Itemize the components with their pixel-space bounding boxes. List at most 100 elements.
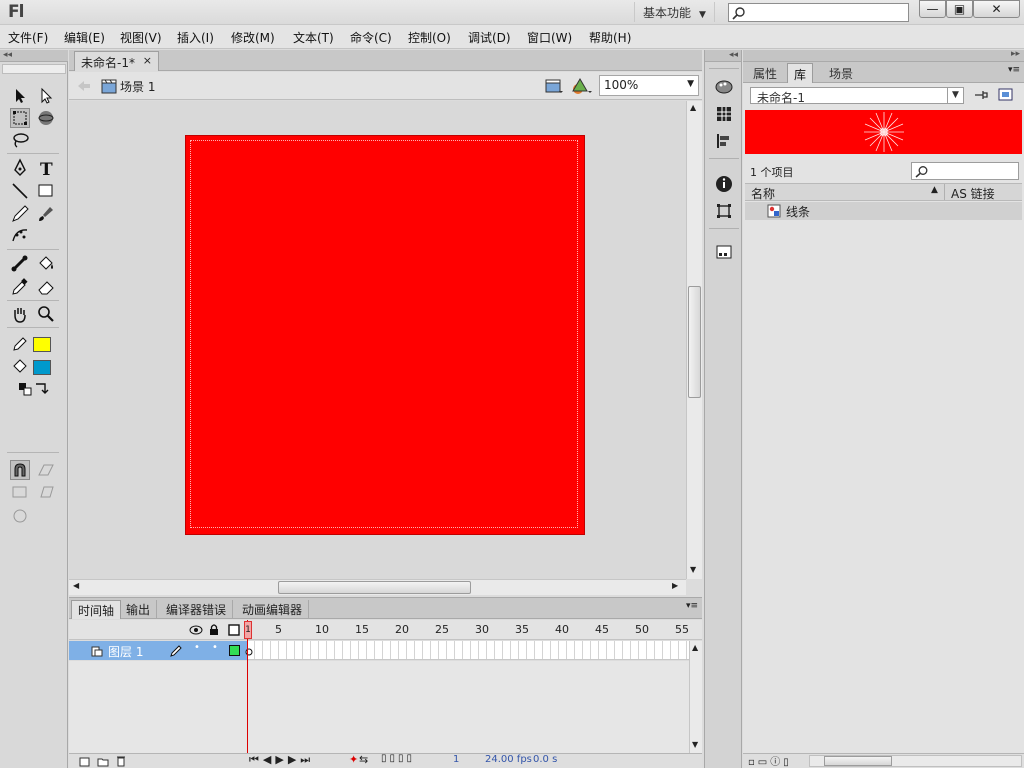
back-arrow-icon[interactable] — [77, 80, 91, 92]
sort-up-icon[interactable]: ▲ — [931, 185, 938, 195]
collapse-arrows-icon[interactable]: ◂◂ — [0, 50, 68, 62]
edit-scene-icon[interactable] — [545, 78, 563, 94]
menu-file[interactable]: 文件(F) — [8, 29, 48, 46]
bone-tool[interactable] — [10, 254, 30, 274]
center-frame-icon[interactable]: ✦ — [349, 753, 358, 766]
close-icon[interactable]: × — [143, 54, 152, 67]
tab-properties[interactable]: 属性 — [747, 63, 783, 83]
free-transform-tool[interactable] — [10, 108, 30, 128]
swatches-grid-icon[interactable] — [715, 105, 733, 123]
3d-rotation-tool[interactable] — [36, 108, 56, 128]
playhead[interactable]: 1 — [244, 621, 252, 639]
edit-symbols-icon[interactable] — [571, 77, 593, 95]
text-tool[interactable]: T — [36, 158, 56, 178]
pen-tool[interactable] — [10, 158, 30, 178]
maximize-button[interactable]: ▣ — [946, 0, 973, 18]
menu-help[interactable]: 帮助(H) — [589, 29, 631, 46]
playback-controls[interactable]: ⏮◀▶▶⏭ — [249, 753, 314, 767]
hand-tool[interactable] — [10, 304, 30, 324]
onion-skin-icons[interactable]: ▯▯▯▯ — [381, 753, 415, 764]
scroll-down-icon[interactable]: ▼ — [690, 565, 696, 574]
panel-menu-icon[interactable]: ▾≡ — [1008, 65, 1020, 75]
menu-window[interactable]: 窗口(W) — [527, 29, 572, 46]
tab-compiler-errors[interactable]: 编译器错误 — [160, 600, 234, 619]
panel-grip[interactable] — [2, 64, 66, 74]
pin-library-icon[interactable] — [973, 88, 989, 102]
paint-bucket-tool[interactable] — [36, 254, 56, 274]
library-action-icons[interactable]: ▫▭ⓘ▯ — [748, 753, 792, 768]
loop-icon[interactable]: ⇆ — [359, 753, 368, 766]
fill-color-swatch[interactable] — [33, 360, 51, 375]
zoom-tool[interactable] — [36, 304, 56, 324]
menu-commands[interactable]: 命令(C) — [350, 29, 392, 46]
menu-edit[interactable]: 编辑(E) — [64, 29, 105, 46]
brush-tool[interactable] — [36, 204, 56, 224]
library-document-select[interactable]: 未命名-1 ▼ — [750, 87, 964, 105]
collapse-arrows-icon[interactable]: ◂◂ — [705, 50, 741, 62]
rectangle-tool[interactable] — [36, 181, 56, 201]
swap-colors-button[interactable] — [33, 381, 53, 401]
line-tool[interactable] — [10, 181, 30, 201]
scrollbar-thumb[interactable] — [824, 756, 892, 766]
menu-debug[interactable]: 调试(D) — [468, 29, 511, 46]
info-icon[interactable] — [715, 175, 733, 193]
scroll-right-icon[interactable]: ▶ — [672, 581, 678, 590]
library-item-row[interactable]: 线条 — [745, 202, 1022, 220]
new-folder-icon[interactable] — [97, 756, 109, 767]
stroke-color-tool[interactable] — [10, 334, 30, 354]
layer-outline-color[interactable] — [229, 645, 240, 656]
eyedropper-tool[interactable] — [10, 277, 30, 297]
selection-tool[interactable] — [10, 86, 30, 106]
scroll-left-icon[interactable]: ◀ — [73, 581, 79, 590]
scrollbar-thumb[interactable] — [278, 581, 471, 594]
stage-canvas[interactable] — [185, 135, 585, 535]
help-search-input[interactable] — [728, 3, 909, 22]
tab-output[interactable]: 输出 — [120, 600, 158, 619]
deco-tool[interactable] — [10, 226, 30, 246]
panel-menu-icon[interactable]: ▾≡ — [686, 601, 698, 611]
menu-insert[interactable]: 插入(I) — [177, 29, 214, 46]
layer-row[interactable]: 图层 1 • • — [69, 641, 247, 660]
zoom-select[interactable]: 100% ▼ — [599, 75, 699, 96]
column-divider[interactable] — [944, 184, 945, 200]
timeline-vertical-scrollbar[interactable]: ▲ ▼ — [689, 641, 702, 753]
menu-view[interactable]: 视图(V) — [120, 29, 162, 46]
outline-square-icon[interactable] — [228, 624, 240, 636]
snap-to-objects-button[interactable] — [10, 460, 30, 480]
new-layer-icon[interactable] — [79, 756, 90, 767]
workspace-switcher[interactable]: 基本功能 ▼ — [634, 2, 715, 22]
eraser-tool[interactable] — [36, 277, 56, 297]
components-icon[interactable] — [715, 242, 733, 260]
column-linkage[interactable]: AS 链接 — [951, 185, 995, 202]
trash-icon[interactable] — [116, 755, 126, 767]
pencil-tool[interactable] — [10, 204, 30, 224]
new-library-panel-icon[interactable] — [998, 88, 1014, 102]
tab-library[interactable]: 库 — [787, 63, 814, 83]
frame-rate[interactable]: 24.00 fps — [485, 754, 532, 765]
current-frame[interactable]: 1 — [453, 754, 459, 765]
stroke-color-swatch[interactable] — [33, 337, 51, 352]
library-item-name[interactable]: 线条 — [786, 203, 810, 220]
tab-scene[interactable]: 场景 — [823, 63, 859, 83]
column-name[interactable]: 名称 — [751, 185, 775, 202]
scroll-down-icon[interactable]: ▼ — [692, 740, 698, 749]
tab-timeline[interactable]: 时间轴 — [71, 600, 122, 619]
scrollbar-thumb[interactable] — [688, 286, 701, 398]
align-icon[interactable] — [715, 132, 733, 150]
scroll-up-icon[interactable]: ▲ — [690, 103, 696, 112]
transform-panel-icon[interactable] — [715, 202, 733, 220]
palette-icon[interactable] — [715, 78, 733, 96]
document-tab[interactable]: 未命名-1* × — [74, 51, 159, 71]
layer-name[interactable]: 图层 1 — [108, 643, 143, 660]
close-button[interactable]: ✕ — [973, 0, 1020, 18]
lock-icon[interactable] — [208, 623, 220, 636]
menu-text[interactable]: 文本(T) — [293, 29, 334, 46]
fill-color-tool[interactable] — [10, 357, 30, 377]
frame-cells[interactable] — [247, 641, 689, 660]
eye-icon[interactable] — [189, 624, 203, 636]
library-horizontal-scrollbar[interactable] — [809, 755, 1022, 767]
scroll-up-icon[interactable]: ▲ — [692, 643, 698, 652]
lock-dot[interactable]: • — [212, 642, 218, 653]
visibility-dot[interactable]: • — [194, 642, 200, 653]
library-search-input[interactable] — [911, 162, 1019, 180]
